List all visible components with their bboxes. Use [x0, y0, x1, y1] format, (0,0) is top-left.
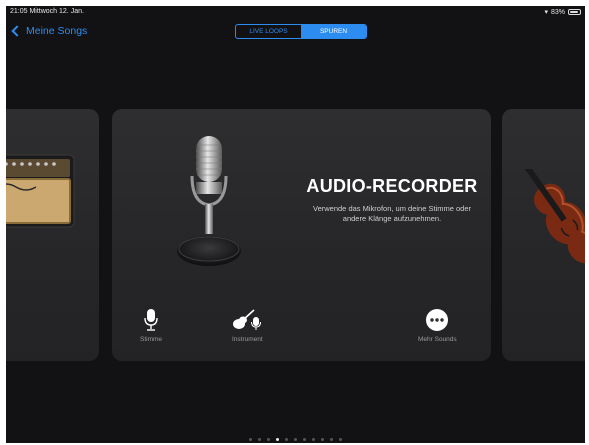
instrument-card-violin[interactable] [502, 109, 585, 361]
violin-icon [522, 169, 585, 264]
page-dot[interactable] [303, 438, 306, 441]
card-description: Verwende das Mikrofon, um deine Stimme o… [313, 204, 471, 223]
option-instrument[interactable]: Instrument [232, 309, 263, 343]
app-screen: 21:05 Mittwoch 12. Jan. ▾ 83% Meine Song… [6, 6, 585, 443]
page-dot[interactable] [267, 438, 270, 441]
option-voice-label: Stimme [140, 336, 163, 343]
wifi-icon: ▾ [544, 9, 548, 16]
segment-spuren[interactable]: SPUREN [301, 25, 366, 38]
card-title: AUDIO-RECORDER [306, 176, 478, 196]
option-voice[interactable]: Stimme [140, 309, 162, 343]
page-dot[interactable] [312, 438, 315, 441]
more-dots-icon [426, 309, 449, 331]
microphone-icon [144, 309, 158, 331]
battery-icon [568, 9, 581, 15]
page-dot[interactable] [321, 438, 324, 441]
studio-microphone-icon [177, 136, 241, 266]
page-dot[interactable] [276, 438, 279, 441]
page-dot[interactable] [249, 438, 252, 441]
page-dot[interactable] [339, 438, 342, 441]
page-dot[interactable] [294, 438, 297, 441]
segment-live-loops[interactable]: LIVE LOOPS [236, 25, 301, 38]
page-dot[interactable] [330, 438, 333, 441]
instrument-card-amp[interactable] [6, 109, 99, 361]
segmented-control: LIVE LOOPS SPUREN [235, 24, 367, 39]
chevron-left-icon [11, 25, 23, 37]
amplifier-icon [6, 154, 75, 228]
status-right: ▾ 83% [544, 8, 581, 16]
page-indicator[interactable] [6, 438, 585, 441]
back-label: Meine Songs [26, 25, 88, 37]
back-button[interactable]: Meine Songs [11, 25, 88, 37]
audio-recorder-card[interactable]: AUDIO-RECORDER Verwende das Mikrofon, um… [112, 109, 491, 361]
option-more-sounds[interactable]: Mehr Sounds [418, 309, 457, 343]
status-bar: 21:05 Mittwoch 12. Jan. ▾ 83% [6, 6, 585, 18]
status-time-date: 21:05 Mittwoch 12. Jan. [10, 8, 84, 15]
page-dot[interactable] [285, 438, 288, 441]
battery-percent: 83% [550, 8, 565, 16]
option-instrument-label: Instrument [232, 336, 263, 343]
option-more-label: Mehr Sounds [418, 336, 457, 343]
guitar-mic-icon [233, 309, 262, 330]
page-dot[interactable] [258, 438, 261, 441]
